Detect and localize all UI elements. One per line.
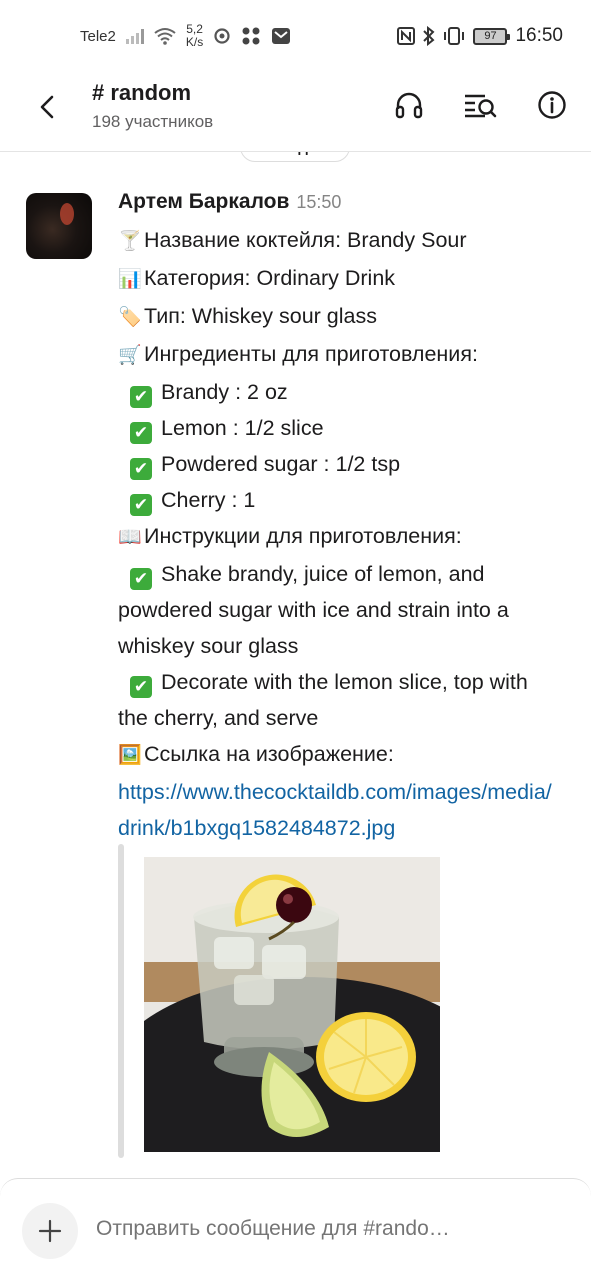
ingredient-item: ✔ Lemon : 1/2 slice bbox=[118, 410, 558, 446]
ingredient-item: ✔ Brandy : 2 oz bbox=[118, 374, 558, 410]
battery-icon: 97 bbox=[473, 27, 511, 45]
ingredient-text: Lemon : 1/2 slice bbox=[161, 416, 324, 440]
ingredient-text: Cherry : 1 bbox=[161, 488, 256, 512]
author-name[interactable]: Артем Баркалов bbox=[118, 190, 289, 214]
mail-icon bbox=[272, 28, 291, 44]
instruction-step: ✔ Shake brandy, juice of lemon, and powde… bbox=[118, 556, 558, 664]
ingredient-text: Powdered sugar : 1/2 tsp bbox=[161, 452, 401, 476]
ingredients-title-line: 🛒 Ингредиенты для приготовления: bbox=[118, 336, 558, 374]
info-icon bbox=[538, 91, 566, 119]
wifi-icon bbox=[154, 28, 176, 45]
clock: 16:50 bbox=[515, 25, 563, 46]
search-channel-button[interactable] bbox=[463, 88, 497, 122]
message: Артем Баркалов 15:50 🍸 Название коктейля:… bbox=[118, 190, 558, 846]
avatar[interactable] bbox=[26, 193, 92, 259]
open-book-icon: 📖 bbox=[118, 527, 142, 548]
battery-level: 97 bbox=[484, 30, 497, 42]
cocktail-image-preview[interactable] bbox=[144, 857, 440, 1152]
ingredients-title: Ингредиенты для приготовления: bbox=[144, 342, 478, 366]
glass-type: Тип: Whiskey sour glass bbox=[144, 304, 377, 328]
status-left: Tele2 5,2 K/s bbox=[80, 23, 291, 49]
member-count[interactable]: 198 участников bbox=[92, 112, 213, 132]
check-mark-icon: ✔ bbox=[130, 676, 152, 698]
message-time[interactable]: 15:50 bbox=[296, 192, 341, 213]
framed-picture-icon: 🖼️ bbox=[118, 745, 142, 766]
category: Категория: Ordinary Drink bbox=[144, 266, 396, 290]
instruction-text: Decorate with the lemon slice, top with … bbox=[118, 670, 528, 730]
check-mark-icon: ✔ bbox=[130, 422, 152, 444]
back-arrow-icon bbox=[40, 95, 54, 119]
check-mark-icon: ✔ bbox=[130, 568, 152, 590]
channel-header: # random 198 участников bbox=[0, 72, 591, 152]
status-bar: Tele2 5,2 K/s 97 16:50 bbox=[0, 0, 591, 72]
slack-channel-screen: Tele2 5,2 K/s 97 16:50 # random 198 учас… bbox=[0, 0, 591, 1280]
instruction-step: ✔ Decorate with the lemon slice, top with… bbox=[118, 664, 558, 736]
ingredient-item: ✔ Cherry : 1 bbox=[118, 482, 558, 518]
image-title-line: 🖼️ Ссылка на изображение: bbox=[118, 736, 558, 774]
attachment-accent-bar bbox=[118, 844, 124, 1158]
channel-title[interactable]: # random bbox=[92, 80, 191, 106]
signal-icon bbox=[125, 28, 144, 44]
sync-icon bbox=[214, 28, 230, 44]
bluetooth-icon bbox=[423, 26, 435, 46]
nfc-icon bbox=[397, 27, 416, 45]
network-speed: 5,2 K/s bbox=[186, 23, 203, 49]
cocktail-name: Название коктейля: Brandy Sour bbox=[144, 228, 467, 252]
label-tag-icon: 🏷️ bbox=[118, 307, 142, 328]
type-line: 🏷️ Тип: Whiskey sour glass bbox=[118, 298, 558, 336]
check-mark-icon: ✔ bbox=[130, 386, 152, 408]
speed-value: 5,2 bbox=[186, 22, 203, 36]
category-line: 📊 Категория: Ordinary Drink bbox=[118, 260, 558, 298]
message-composer bbox=[0, 1178, 591, 1280]
cocktail-photo bbox=[144, 857, 440, 1152]
carrier-name: Tele2 bbox=[80, 27, 116, 45]
check-mark-icon: ✔ bbox=[130, 494, 152, 516]
ingredient-text: Brandy : 2 oz bbox=[161, 380, 288, 404]
instruction-text: Shake brandy, juice of lemon, and powder… bbox=[118, 562, 509, 658]
image-link-text: https://www.thecocktaildb.com/images/med… bbox=[118, 780, 552, 840]
vibrate-icon bbox=[444, 27, 465, 45]
channel-info-button[interactable] bbox=[535, 88, 569, 122]
back-button[interactable] bbox=[30, 90, 64, 124]
headphones-icon bbox=[395, 92, 423, 119]
app-dots-icon bbox=[242, 27, 260, 45]
search-list-icon bbox=[465, 94, 497, 118]
status-right: 97 16:50 bbox=[397, 25, 563, 47]
instructions-title: Инструкции для приготовления: bbox=[144, 524, 462, 548]
image-title: Ссылка на изображение: bbox=[144, 742, 394, 766]
add-attachment-button[interactable] bbox=[22, 1203, 78, 1259]
ingredient-item: ✔ Powdered sugar : 1/2 tsp bbox=[118, 446, 558, 482]
cocktail-name-line: 🍸 Название коктейля: Brandy Sour bbox=[118, 222, 558, 260]
shopping-cart-icon: 🛒 bbox=[118, 345, 142, 366]
instructions-title-line: 📖 Инструкции для приготовления: bbox=[118, 518, 558, 556]
huddle-button[interactable] bbox=[392, 88, 426, 122]
speed-unit: K/s bbox=[185, 35, 204, 49]
cocktail-glass-icon: 🍸 bbox=[118, 231, 142, 252]
message-header: Артем Баркалов 15:50 bbox=[118, 190, 558, 222]
image-link[interactable]: https://www.thecocktaildb.com/images/med… bbox=[118, 774, 558, 846]
plus-icon bbox=[38, 1219, 62, 1243]
check-mark-icon: ✔ bbox=[130, 458, 152, 480]
message-input[interactable] bbox=[96, 1217, 496, 1241]
bar-chart-icon: 📊 bbox=[118, 269, 142, 290]
